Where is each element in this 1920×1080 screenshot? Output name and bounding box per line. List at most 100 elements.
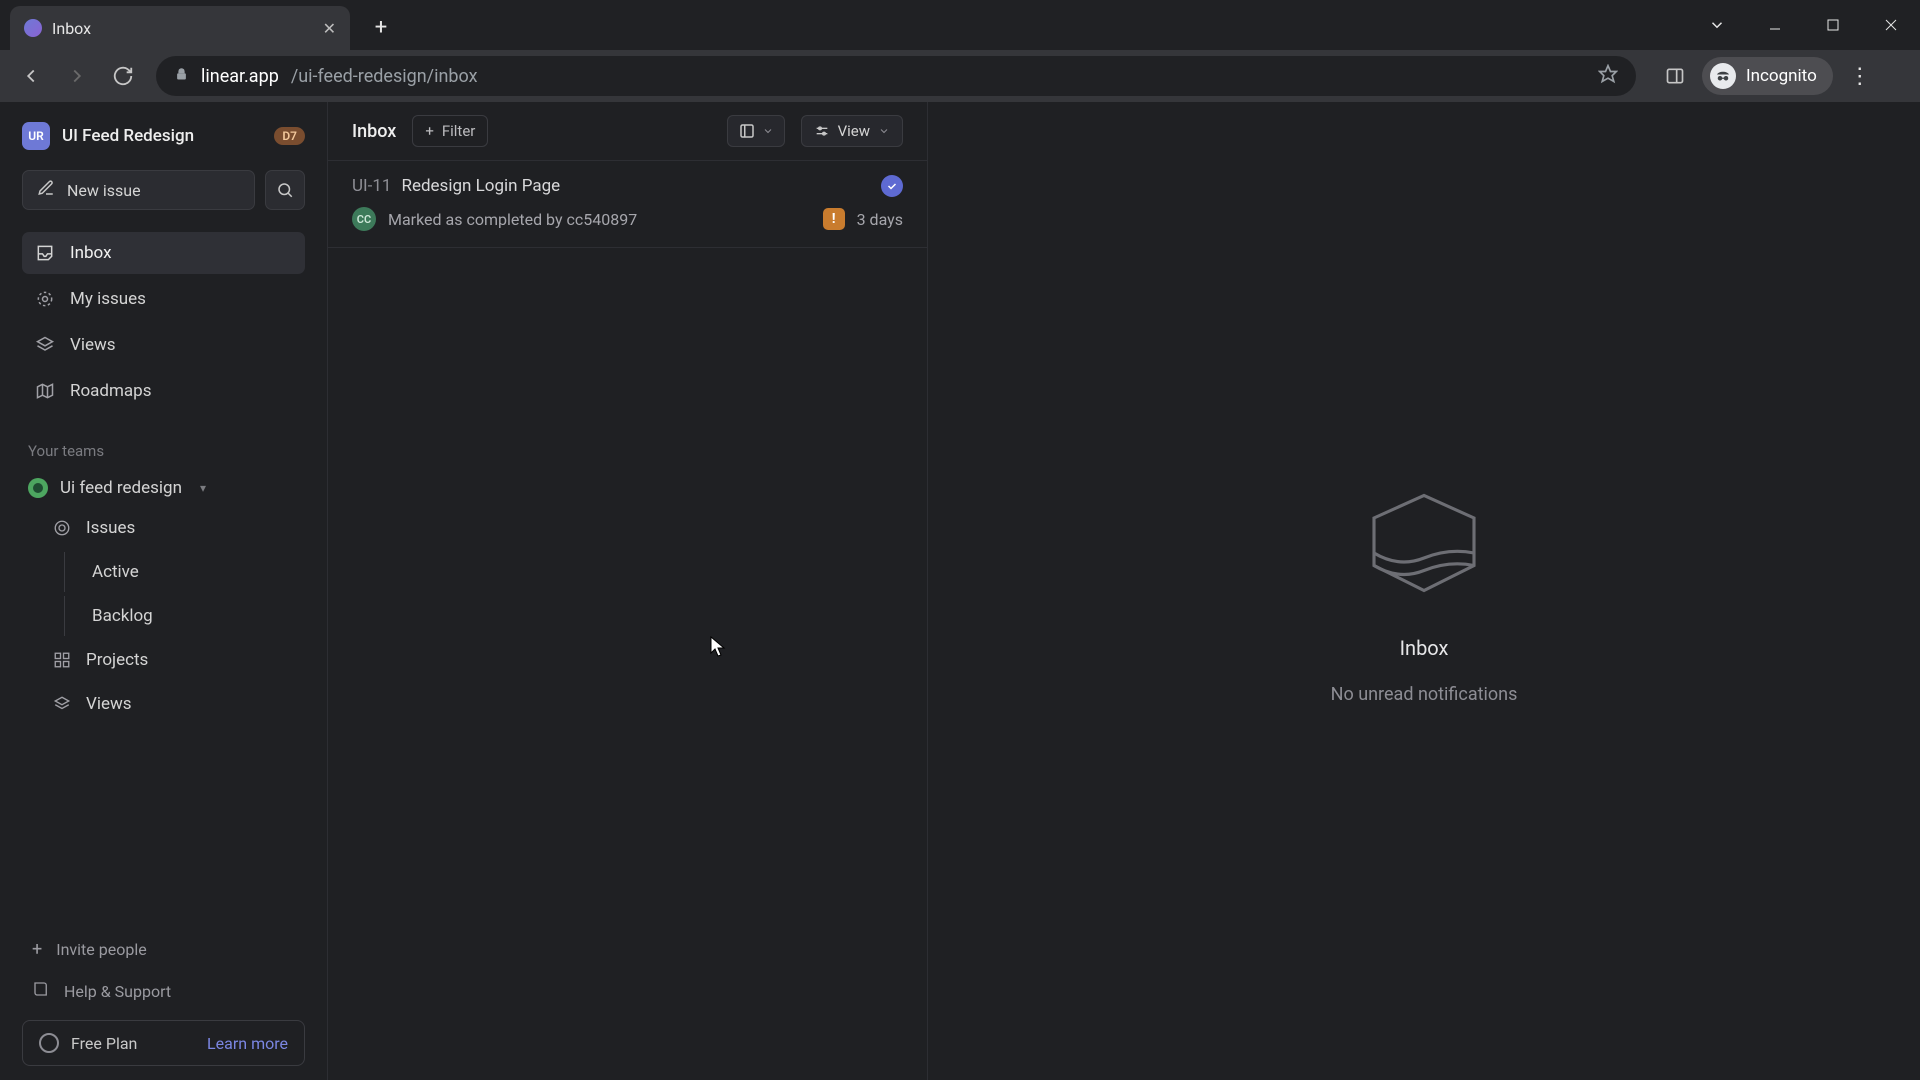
- browser-menu-button[interactable]: ⋮: [1841, 57, 1879, 95]
- display-mode-button[interactable]: [727, 115, 785, 147]
- projects-icon: [52, 650, 72, 670]
- learn-more-link[interactable]: Learn more: [207, 1034, 288, 1053]
- user-avatar: CC: [352, 207, 376, 231]
- browser-omnibox[interactable]: linear.app/ui-feed-redesign/inbox: [156, 56, 1636, 96]
- tab-search-button[interactable]: [1688, 0, 1746, 50]
- invite-people-button[interactable]: + Invite people: [22, 930, 305, 968]
- new-issue-button[interactable]: New issue: [22, 170, 255, 210]
- sliders-icon: [814, 123, 830, 139]
- notification-item[interactable]: UI-11 Redesign Login Page CC Marked as c…: [328, 160, 927, 248]
- lock-icon: [174, 67, 189, 86]
- incognito-indicator[interactable]: Incognito: [1702, 57, 1833, 95]
- usage-ring-icon: [39, 1033, 59, 1053]
- teams-section-label: Your teams: [28, 442, 305, 460]
- inbox-empty-icon: [1349, 478, 1499, 612]
- sidebar-item-label: Views: [70, 335, 116, 355]
- team-nav-label: Issues: [86, 518, 135, 538]
- window-close-button[interactable]: [1862, 0, 1920, 50]
- workspace-name: UI Feed Redesign: [62, 126, 194, 146]
- help-label: Help & Support: [64, 982, 171, 1001]
- plus-icon: +: [425, 122, 434, 140]
- notification-age: 3 days: [857, 210, 903, 229]
- map-icon: [34, 380, 56, 402]
- team-nav-label: Projects: [86, 650, 148, 670]
- browser-reload-button[interactable]: [104, 57, 142, 95]
- sidebar-item-label: Inbox: [70, 243, 112, 263]
- workspace-switcher[interactable]: UR UI Feed Redesign D7: [22, 116, 305, 156]
- browser-back-button[interactable]: [12, 57, 50, 95]
- close-tab-icon[interactable]: ✕: [323, 19, 336, 38]
- url-path: /ui-feed-redesign/inbox: [291, 66, 478, 87]
- team-nav-views[interactable]: Views: [22, 684, 305, 724]
- team-nav-label: Backlog: [92, 606, 153, 626]
- window-icon: [738, 122, 756, 140]
- url-host: linear.app: [201, 66, 279, 87]
- chevron-down-icon: ▾: [200, 481, 206, 495]
- issues-icon: [52, 518, 72, 538]
- sidebar-item-roadmaps[interactable]: Roadmaps: [22, 370, 305, 412]
- team-nav-issues[interactable]: Issues: [22, 508, 305, 548]
- team-nav-projects[interactable]: Projects: [22, 640, 305, 680]
- view-label: View: [838, 122, 870, 140]
- inbox-list-panel: Inbox + Filter View UI-11: [328, 102, 928, 1080]
- search-icon: [276, 181, 294, 199]
- filter-button[interactable]: + Filter: [412, 115, 488, 147]
- mouse-cursor-icon: [710, 636, 726, 658]
- plan-info: Free Plan Learn more: [22, 1020, 305, 1066]
- search-button[interactable]: [265, 170, 305, 210]
- incognito-label: Incognito: [1746, 66, 1817, 86]
- window-maximize-button[interactable]: [1804, 0, 1862, 50]
- team-nav-backlog[interactable]: Backlog: [22, 596, 305, 636]
- team-nav-active[interactable]: Active: [22, 552, 305, 592]
- layers-icon: [34, 334, 56, 356]
- plus-icon: +: [32, 939, 42, 960]
- layers-icon: [52, 694, 72, 714]
- sidebar: UR UI Feed Redesign D7 New issue: [0, 102, 328, 1080]
- incognito-icon: [1710, 63, 1736, 89]
- compose-icon: [37, 179, 55, 201]
- sidebar-item-my-issues[interactable]: My issues: [22, 278, 305, 320]
- chevron-down-icon: [762, 125, 774, 137]
- issue-title: Redesign Login Page: [401, 176, 560, 196]
- sidebar-item-inbox[interactable]: Inbox: [22, 232, 305, 274]
- empty-subtitle: No unread notifications: [1331, 684, 1518, 705]
- new-issue-label: New issue: [67, 181, 141, 200]
- detail-panel: Inbox No unread notifications: [928, 102, 1920, 1080]
- tab-title: Inbox: [52, 19, 91, 38]
- team-nav-label: Active: [92, 562, 139, 582]
- browser-forward-button[interactable]: [58, 57, 96, 95]
- team-nav-label: Views: [86, 694, 132, 714]
- new-tab-button[interactable]: +: [364, 10, 398, 44]
- target-icon: [34, 288, 56, 310]
- bookmark-star-icon[interactable]: [1598, 64, 1618, 88]
- invite-label: Invite people: [56, 940, 146, 959]
- plan-label: Free Plan: [71, 1034, 137, 1053]
- linear-favicon-icon: [24, 19, 42, 37]
- empty-title: Inbox: [1400, 636, 1449, 660]
- notification-text: Marked as completed by cc540897: [388, 210, 811, 229]
- book-icon: [32, 980, 50, 1002]
- browser-address-bar: linear.app/ui-feed-redesign/inbox Incogn…: [0, 50, 1920, 102]
- workspace-badge: UR: [22, 122, 50, 150]
- window-minimize-button[interactable]: [1746, 0, 1804, 50]
- status-done-icon: [881, 175, 903, 197]
- chevron-down-icon: [878, 125, 890, 137]
- team-color-icon: [28, 478, 48, 498]
- filter-label: Filter: [442, 122, 476, 140]
- browser-tab[interactable]: Inbox ✕: [10, 6, 350, 50]
- issue-id: UI-11: [352, 176, 391, 196]
- side-panel-icon[interactable]: [1656, 57, 1694, 95]
- inbox-header: Inbox + Filter View: [328, 102, 927, 160]
- team-item[interactable]: Ui feed redesign ▾: [22, 472, 305, 504]
- priority-urgent-icon: !: [823, 208, 845, 230]
- workspace-notification-badge: D7: [274, 127, 305, 145]
- team-name: Ui feed redesign: [60, 478, 182, 498]
- help-support-button[interactable]: Help & Support: [22, 972, 305, 1010]
- sidebar-item-label: My issues: [70, 289, 146, 309]
- view-options-button[interactable]: View: [801, 115, 903, 147]
- browser-tab-strip: Inbox ✕ +: [0, 0, 1920, 50]
- sidebar-item-label: Roadmaps: [70, 381, 151, 401]
- sidebar-item-views[interactable]: Views: [22, 324, 305, 366]
- inbox-icon: [34, 242, 56, 264]
- page-title: Inbox: [352, 121, 396, 142]
